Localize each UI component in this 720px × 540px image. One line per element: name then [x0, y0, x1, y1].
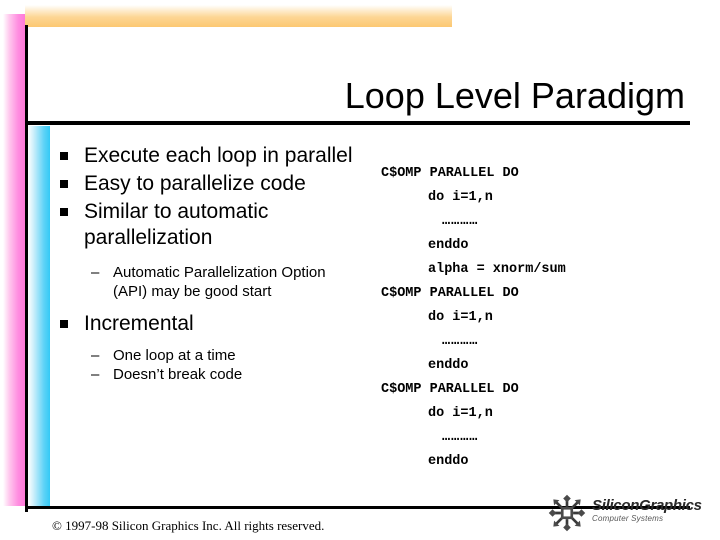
- dash-bullet-icon: –: [91, 347, 100, 364]
- list-item: Similar to automatic parallelization: [57, 199, 362, 251]
- list-item-label: Easy to parallelize code: [84, 172, 306, 195]
- list-item-label: Execute each loop in parallel: [84, 144, 353, 167]
- code-line: do i=1,n: [428, 190, 493, 205]
- sgi-logo-name: SiliconGraphics: [592, 497, 702, 514]
- dash-bullet-icon: –: [91, 366, 100, 383]
- sgi-logo-text: SiliconGraphics Computer Systems: [592, 497, 702, 524]
- sub-list-item-label: Automatic Parallelization Option (API) m…: [113, 264, 326, 300]
- code-sample-block: C$OMP PARALLEL DO do i=1,n ………… enddo alpha …: [381, 162, 566, 474]
- list-item: Execute each loop in parallel: [57, 143, 362, 169]
- code-line: alpha = xnorm/sum: [428, 262, 566, 277]
- code-line: C$OMP PARALLEL DO: [381, 286, 519, 301]
- code-line: C$OMP PARALLEL DO: [381, 166, 519, 181]
- code-line: do i=1,n: [428, 406, 493, 421]
- code-line: …………: [442, 334, 479, 349]
- sub-list-item-label: One loop at a time: [113, 347, 236, 364]
- sub-list-item-label: Doesn’t break code: [113, 366, 243, 383]
- pink-accent-bar: [3, 14, 25, 506]
- orange-accent-bar: [25, 5, 452, 27]
- square-bullet-icon: [60, 320, 68, 328]
- list-item: Incremental: [57, 311, 362, 337]
- vertical-divider-rule: [25, 25, 28, 512]
- square-bullet-icon: [60, 208, 68, 216]
- sub-list-item: – Doesn’t break code: [91, 365, 362, 384]
- slide-canvas: Loop Level Paradigm Execute each loop in…: [0, 0, 720, 540]
- code-line: enddo: [428, 238, 469, 253]
- list-item-label: Similar to automatic parallelization: [84, 200, 269, 249]
- title-underline-rule: [25, 121, 690, 125]
- copyright-notice: © 1997-98 Silicon Graphics Inc. All righ…: [52, 518, 325, 533]
- page-title: Loop Level Paradigm: [344, 75, 685, 116]
- sgi-logo: SiliconGraphics Computer Systems: [548, 492, 702, 534]
- square-bullet-icon: [60, 180, 68, 188]
- sgi-logo-subtitle: Computer Systems: [592, 514, 664, 523]
- code-line: do i=1,n: [428, 310, 493, 325]
- blue-accent-bar: [28, 126, 50, 506]
- code-line: enddo: [428, 454, 469, 469]
- sgi-cube-logo-icon: [548, 494, 586, 532]
- square-bullet-icon: [60, 152, 68, 160]
- dash-bullet-icon: –: [91, 264, 100, 281]
- list-item: Easy to parallelize code: [57, 171, 362, 197]
- bullet-list: Execute each loop in parallel Easy to pa…: [57, 143, 362, 384]
- sub-list-item: – Automatic Parallelization Option (API)…: [91, 263, 362, 301]
- code-line: …………: [442, 430, 479, 445]
- sub-list-item: – One loop at a time: [91, 346, 362, 365]
- code-line: C$OMP PARALLEL DO: [381, 382, 519, 397]
- code-line: …………: [442, 214, 479, 229]
- code-line: enddo: [428, 358, 469, 373]
- list-item-label: Incremental: [84, 312, 194, 335]
